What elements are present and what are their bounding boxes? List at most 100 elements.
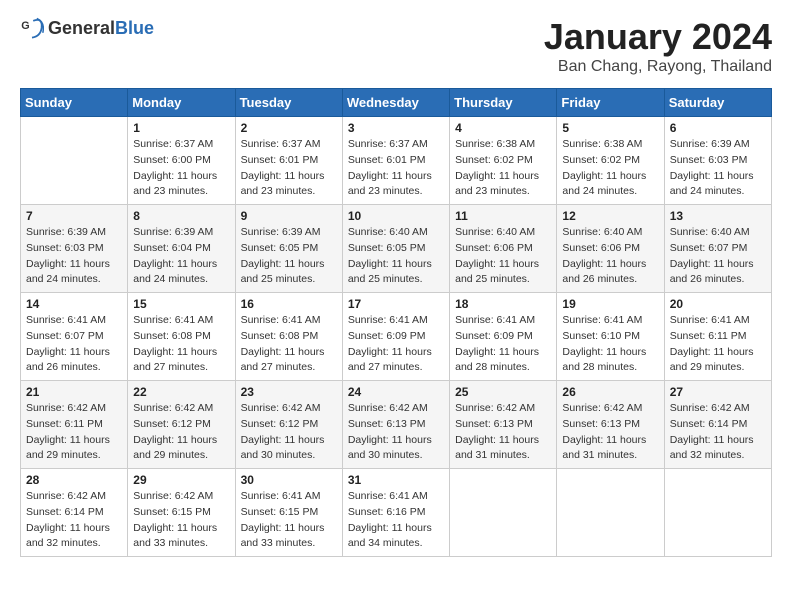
week-row-4: 21Sunrise: 6:42 AM Sunset: 6:11 PM Dayli… bbox=[21, 381, 772, 469]
day-number: 8 bbox=[133, 209, 229, 223]
calendar-cell: 19Sunrise: 6:41 AM Sunset: 6:10 PM Dayli… bbox=[557, 293, 664, 381]
calendar-cell: 18 Sunrise: 6:41 AM Sunset: 6:09 PM Dayli… bbox=[450, 293, 557, 381]
day-info: Sunrise: 6:39 AM Sunset: 6:05 PM Dayligh… bbox=[241, 225, 337, 288]
calendar-cell: 14Sunrise: 6:41 AM Sunset: 6:07 PM Dayli… bbox=[21, 293, 128, 381]
day-number: 10 bbox=[348, 209, 444, 223]
day-number: 25 bbox=[455, 385, 551, 399]
day-info: Sunrise: 6:42 AM Sunset: 6:15 PM Dayligh… bbox=[133, 489, 229, 552]
calendar-cell bbox=[450, 469, 557, 557]
day-info: Sunrise: 6:41 AM Sunset: 6:09 PM Dayligh… bbox=[455, 313, 551, 376]
dow-header-tuesday: Tuesday bbox=[235, 89, 342, 117]
dow-header-monday: Monday bbox=[128, 89, 235, 117]
day-info: Sunrise: 6:41 AM Sunset: 6:15 PM Dayligh… bbox=[241, 489, 337, 552]
calendar-cell: 28Sunrise: 6:42 AM Sunset: 6:14 PM Dayli… bbox=[21, 469, 128, 557]
calendar-cell: 24 Sunrise: 6:42 AM Sunset: 6:13 PM Dayli… bbox=[342, 381, 449, 469]
days-of-week-row: SundayMondayTuesdayWednesdayThursdayFrid… bbox=[21, 89, 772, 117]
day-info: Sunrise: 6:42 AM Sunset: 6:12 PM Dayligh… bbox=[241, 401, 337, 464]
day-number: 27 bbox=[670, 385, 766, 399]
header: G GeneralBlue January 2024 Ban Chang, Ra… bbox=[20, 16, 772, 76]
logo-text: GeneralBlue bbox=[48, 18, 154, 39]
day-number: 26 bbox=[562, 385, 658, 399]
day-number: 24 bbox=[348, 385, 444, 399]
calendar-table: SundayMondayTuesdayWednesdayThursdayFrid… bbox=[20, 88, 772, 557]
logo: G GeneralBlue bbox=[20, 16, 154, 40]
day-number: 19 bbox=[562, 297, 658, 311]
day-number: 11 bbox=[455, 209, 551, 223]
day-number: 5 bbox=[562, 121, 658, 135]
calendar-cell: 8 Sunrise: 6:39 AM Sunset: 6:04 PM Daylig… bbox=[128, 205, 235, 293]
calendar-cell: 7 Sunrise: 6:39 AM Sunset: 6:03 PM Daylig… bbox=[21, 205, 128, 293]
svg-text:G: G bbox=[21, 20, 29, 32]
calendar-cell: 10Sunrise: 6:40 AM Sunset: 6:05 PM Dayli… bbox=[342, 205, 449, 293]
calendar-cell: 22Sunrise: 6:42 AM Sunset: 6:12 PM Dayli… bbox=[128, 381, 235, 469]
day-info: Sunrise: 6:39 AM Sunset: 6:04 PM Dayligh… bbox=[133, 225, 229, 288]
day-info: Sunrise: 6:39 AM Sunset: 6:03 PM Dayligh… bbox=[26, 225, 122, 288]
dow-header-sunday: Sunday bbox=[21, 89, 128, 117]
calendar-cell: 27 Sunrise: 6:42 AM Sunset: 6:14 PM Dayli… bbox=[664, 381, 771, 469]
calendar-cell: 30 Sunrise: 6:41 AM Sunset: 6:15 PM Dayli… bbox=[235, 469, 342, 557]
day-number: 9 bbox=[241, 209, 337, 223]
calendar-cell: 20Sunrise: 6:41 AM Sunset: 6:11 PM Dayli… bbox=[664, 293, 771, 381]
calendar-cell: 25 Sunrise: 6:42 AM Sunset: 6:13 PM Dayli… bbox=[450, 381, 557, 469]
day-number: 3 bbox=[348, 121, 444, 135]
day-info: Sunrise: 6:41 AM Sunset: 6:07 PM Dayligh… bbox=[26, 313, 122, 376]
calendar-cell: 2 Sunrise: 6:37 AM Sunset: 6:01 PM Daylig… bbox=[235, 117, 342, 205]
calendar-cell: 5 Sunrise: 6:38 AM Sunset: 6:02 PM Daylig… bbox=[557, 117, 664, 205]
calendar-cell: 4Sunrise: 6:38 AM Sunset: 6:02 PM Daylig… bbox=[450, 117, 557, 205]
day-info: Sunrise: 6:42 AM Sunset: 6:13 PM Dayligh… bbox=[348, 401, 444, 464]
day-number: 30 bbox=[241, 473, 337, 487]
day-number: 1 bbox=[133, 121, 229, 135]
day-info: Sunrise: 6:37 AM Sunset: 6:01 PM Dayligh… bbox=[241, 137, 337, 200]
calendar-body: 1 Sunrise: 6:37 AM Sunset: 6:00 PM Daylig… bbox=[21, 117, 772, 557]
day-number: 12 bbox=[562, 209, 658, 223]
day-info: Sunrise: 6:41 AM Sunset: 6:08 PM Dayligh… bbox=[133, 313, 229, 376]
day-info: Sunrise: 6:38 AM Sunset: 6:02 PM Dayligh… bbox=[562, 137, 658, 200]
week-row-5: 28Sunrise: 6:42 AM Sunset: 6:14 PM Dayli… bbox=[21, 469, 772, 557]
day-info: Sunrise: 6:39 AM Sunset: 6:03 PM Dayligh… bbox=[670, 137, 766, 200]
calendar-cell: 17 Sunrise: 6:41 AM Sunset: 6:09 PM Dayli… bbox=[342, 293, 449, 381]
day-number: 17 bbox=[348, 297, 444, 311]
day-info: Sunrise: 6:37 AM Sunset: 6:00 PM Dayligh… bbox=[133, 137, 229, 200]
week-row-1: 1 Sunrise: 6:37 AM Sunset: 6:00 PM Daylig… bbox=[21, 117, 772, 205]
day-number: 7 bbox=[26, 209, 122, 223]
calendar-cell: 15 Sunrise: 6:41 AM Sunset: 6:08 PM Dayli… bbox=[128, 293, 235, 381]
calendar-cell: 23 Sunrise: 6:42 AM Sunset: 6:12 PM Dayli… bbox=[235, 381, 342, 469]
day-info: Sunrise: 6:41 AM Sunset: 6:11 PM Dayligh… bbox=[670, 313, 766, 376]
day-info: Sunrise: 6:41 AM Sunset: 6:09 PM Dayligh… bbox=[348, 313, 444, 376]
calendar-cell: 11Sunrise: 6:40 AM Sunset: 6:06 PM Dayli… bbox=[450, 205, 557, 293]
day-number: 6 bbox=[670, 121, 766, 135]
calendar-cell: 26Sunrise: 6:42 AM Sunset: 6:13 PM Dayli… bbox=[557, 381, 664, 469]
calendar-cell: 6 Sunrise: 6:39 AM Sunset: 6:03 PM Daylig… bbox=[664, 117, 771, 205]
day-info: Sunrise: 6:42 AM Sunset: 6:12 PM Dayligh… bbox=[133, 401, 229, 464]
logo-blue: Blue bbox=[115, 18, 154, 38]
day-number: 23 bbox=[241, 385, 337, 399]
logo-general: General bbox=[48, 18, 115, 38]
day-info: Sunrise: 6:41 AM Sunset: 6:08 PM Dayligh… bbox=[241, 313, 337, 376]
day-info: Sunrise: 6:42 AM Sunset: 6:14 PM Dayligh… bbox=[670, 401, 766, 464]
week-row-2: 7 Sunrise: 6:39 AM Sunset: 6:03 PM Daylig… bbox=[21, 205, 772, 293]
dow-header-saturday: Saturday bbox=[664, 89, 771, 117]
day-number: 18 bbox=[455, 297, 551, 311]
dow-header-friday: Friday bbox=[557, 89, 664, 117]
main-title: January 2024 bbox=[544, 16, 772, 58]
logo-icon: G bbox=[20, 16, 44, 40]
day-number: 21 bbox=[26, 385, 122, 399]
day-number: 13 bbox=[670, 209, 766, 223]
dow-header-thursday: Thursday bbox=[450, 89, 557, 117]
dow-header-wednesday: Wednesday bbox=[342, 89, 449, 117]
calendar-cell: 12 Sunrise: 6:40 AM Sunset: 6:06 PM Dayli… bbox=[557, 205, 664, 293]
day-info: Sunrise: 6:40 AM Sunset: 6:06 PM Dayligh… bbox=[562, 225, 658, 288]
day-number: 31 bbox=[348, 473, 444, 487]
calendar-cell bbox=[664, 469, 771, 557]
day-number: 2 bbox=[241, 121, 337, 135]
week-row-3: 14Sunrise: 6:41 AM Sunset: 6:07 PM Dayli… bbox=[21, 293, 772, 381]
title-area: January 2024 Ban Chang, Rayong, Thailand bbox=[544, 16, 772, 76]
calendar-cell: 31Sunrise: 6:41 AM Sunset: 6:16 PM Dayli… bbox=[342, 469, 449, 557]
day-info: Sunrise: 6:38 AM Sunset: 6:02 PM Dayligh… bbox=[455, 137, 551, 200]
day-number: 15 bbox=[133, 297, 229, 311]
day-info: Sunrise: 6:42 AM Sunset: 6:13 PM Dayligh… bbox=[455, 401, 551, 464]
day-number: 28 bbox=[26, 473, 122, 487]
day-info: Sunrise: 6:37 AM Sunset: 6:01 PM Dayligh… bbox=[348, 137, 444, 200]
calendar-cell bbox=[21, 117, 128, 205]
day-number: 29 bbox=[133, 473, 229, 487]
